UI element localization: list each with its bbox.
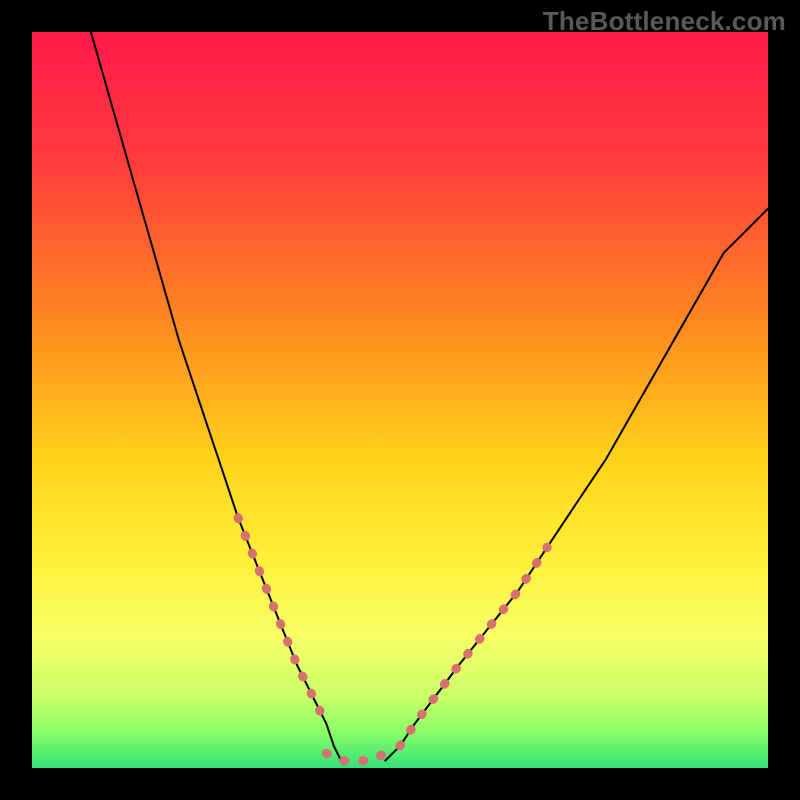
gradient-background xyxy=(32,32,768,768)
bottleneck-curve-chart xyxy=(32,32,768,768)
chart-frame: TheBottleneck.com xyxy=(0,0,800,800)
